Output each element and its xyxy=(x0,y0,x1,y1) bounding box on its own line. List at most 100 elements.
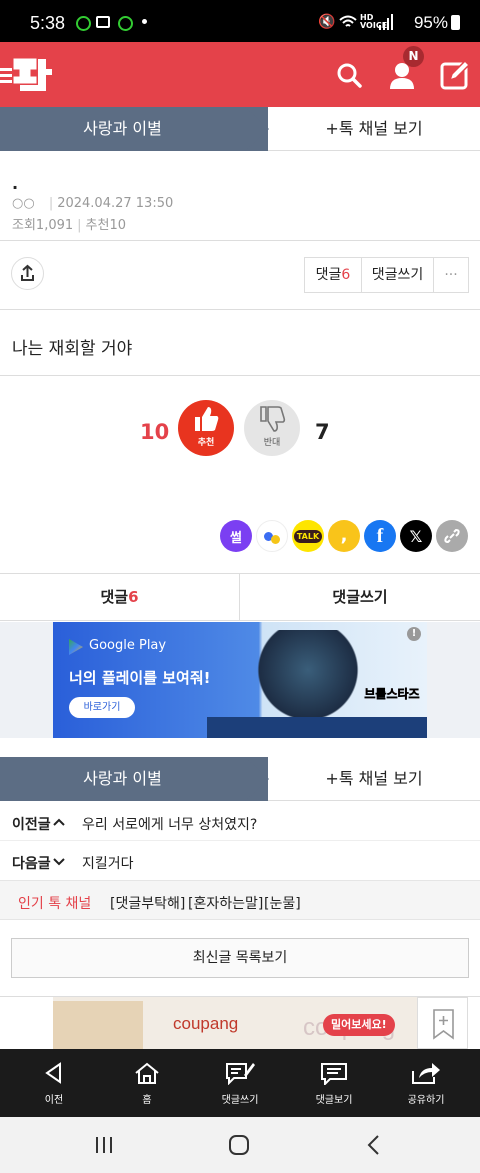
x-share-icon[interactable]: 𝕏 xyxy=(400,520,432,552)
share-arrow-icon xyxy=(412,1063,440,1084)
channel-name-tab[interactable]: 사랑과 이별 xyxy=(0,757,269,801)
tab-write-comment[interactable]: 댓글쓰기 xyxy=(240,574,480,620)
popular-item[interactable]: [댓글부탁해] xyxy=(110,893,185,913)
write-post-icon[interactable] xyxy=(440,60,470,90)
ad-product-image xyxy=(53,1001,143,1049)
tab-comments[interactable]: 댓글6 xyxy=(0,574,240,620)
status-app-icon xyxy=(76,16,91,31)
nav-write-comment[interactable]: 댓글쓰기 xyxy=(192,1049,288,1117)
bottom-nav: 이전 홈 댓글쓰기 댓글보기 공유하기 xyxy=(0,1049,480,1117)
post-author-date: ○○ | 2024.04.27 13:50 xyxy=(12,196,174,211)
status-time: 5:38 xyxy=(30,13,66,33)
nav-label: 홈 xyxy=(142,1095,152,1106)
back-triangle-icon xyxy=(45,1062,61,1084)
post-stats: 조회1,091 | 추천10 xyxy=(12,218,126,233)
ad-info-icon[interactable]: ! xyxy=(407,627,421,641)
pann-logo[interactable] xyxy=(0,55,56,95)
link-copy-icon[interactable] xyxy=(436,520,468,552)
post-recommend: 추천10 xyxy=(85,218,126,233)
recent-apps-icon[interactable] xyxy=(94,1135,114,1155)
signal-icon xyxy=(379,14,393,30)
comment-count-button[interactable]: 댓글6 xyxy=(304,257,362,293)
comment-tabs: 댓글6 댓글쓰기 xyxy=(0,573,480,621)
popular-item[interactable]: [혼자하는말] xyxy=(188,893,263,913)
downvote-button[interactable]: 반대 xyxy=(244,400,300,456)
ad-game-logo: 브롤스타즈 xyxy=(364,687,420,702)
back-chevron-icon[interactable] xyxy=(366,1134,382,1156)
upvote-button[interactable]: 추천 xyxy=(178,400,234,456)
home-button-icon[interactable] xyxy=(228,1134,250,1156)
upvote-count: 10 xyxy=(140,420,170,444)
chevron-down-icon xyxy=(53,858,65,866)
view-talk-channel-link[interactable]: +톡 채널 보기 xyxy=(268,757,480,801)
facebook-share-icon[interactable]: f xyxy=(364,520,396,552)
share-button[interactable] xyxy=(11,257,44,290)
next-label: 다음글 xyxy=(12,856,51,872)
arrow-shape xyxy=(245,107,269,151)
nav-label: 이전 xyxy=(44,1095,64,1106)
gallery-icon xyxy=(96,16,110,28)
nav-label: 댓글보기 xyxy=(315,1095,353,1106)
sseol-share-icon[interactable]: 썰 xyxy=(220,520,252,552)
app-header: N xyxy=(0,42,480,107)
mute-icon: 🔇 xyxy=(318,14,336,30)
home-icon xyxy=(135,1062,159,1084)
kakaostory-share-icon[interactable]: , xyxy=(328,520,360,552)
thumbs-down-icon xyxy=(260,406,286,432)
ad-store-name: Google Play xyxy=(89,638,167,653)
upvote-label: 추천 xyxy=(197,438,215,448)
nav-label: 공유하기 xyxy=(407,1095,445,1106)
dot-icon xyxy=(142,19,147,24)
google-play-ad[interactable]: Google Play 너의 플레이를 보여줘! 바로가기 브롤스타즈 xyxy=(53,622,427,738)
next-post-row[interactable]: 다음글 지킬거다 xyxy=(0,841,480,880)
latest-list-button[interactable]: 최신글 목록보기 xyxy=(11,938,469,978)
next-title: 지킬거다 xyxy=(82,856,134,872)
notification-badge: N xyxy=(403,46,424,67)
nav-back[interactable]: 이전 xyxy=(6,1049,102,1117)
battery-icon xyxy=(451,15,460,30)
status-app-icon xyxy=(118,16,133,31)
tab-comments-count: 6 xyxy=(128,588,139,606)
nav-share[interactable]: 공유하기 xyxy=(378,1049,474,1117)
post-body: 나는 재회할 거야 xyxy=(12,339,133,359)
more-options-button[interactable]: ··· xyxy=(433,257,469,293)
popular-item[interactable]: [눈물] xyxy=(264,893,301,913)
write-comment-icon xyxy=(226,1063,255,1085)
downvote-count: 7 xyxy=(315,420,330,444)
comment-count: 6 xyxy=(341,267,351,283)
arrow-shape xyxy=(245,757,269,801)
post-views: 조회1,091 xyxy=(12,218,74,233)
popular-label: 인기 톡 채널 xyxy=(18,896,92,912)
write-comment-button[interactable]: 댓글쓰기 xyxy=(361,257,434,293)
search-icon[interactable] xyxy=(336,62,362,88)
bookmark-button[interactable] xyxy=(417,997,468,1049)
channel-bar-bottom: 사랑과 이별 +톡 채널 보기 xyxy=(0,757,480,801)
battery-level: 95% xyxy=(413,13,448,32)
bookmark-add-icon xyxy=(433,1009,454,1040)
kakaotalk-share-icon[interactable]: TALK xyxy=(292,520,324,552)
coupang-logo: coupang xyxy=(173,1014,239,1033)
popular-channels-row: 인기 톡 채널 [댓글부탁해] [혼자하는말] [눈물] xyxy=(0,880,480,920)
prev-title: 우리 서로에게 너무 상처였지? xyxy=(82,817,258,833)
prev-post-row[interactable]: 이전글 우리 서로에게 너무 상처였지? xyxy=(0,802,480,841)
nav-view-comments[interactable]: 댓글보기 xyxy=(286,1049,382,1117)
wifi-icon xyxy=(339,15,357,27)
comments-icon xyxy=(321,1063,347,1085)
channel-bar: 사랑과 이별 +톡 채널 보기 xyxy=(0,107,480,151)
share-icons-row: 썰 TALK , f 𝕏 xyxy=(220,520,468,552)
ad-cta-button[interactable]: 바로가기 xyxy=(69,697,135,718)
post-author: ○○ xyxy=(12,196,35,211)
ad-swipe-badge: 밀어보세요! xyxy=(323,1014,395,1036)
channel-name: 사랑과 이별 xyxy=(83,769,162,788)
downvote-label: 반대 xyxy=(263,438,281,448)
tab-comments-label: 댓글 xyxy=(100,588,129,606)
view-talk-channel-link[interactable]: +톡 채널 보기 xyxy=(268,107,480,151)
thumbs-up-icon xyxy=(195,407,219,431)
post-date: 2024.04.27 13:50 xyxy=(57,196,174,211)
band-share-icon[interactable] xyxy=(256,520,288,552)
channel-name: 사랑과 이별 xyxy=(83,119,162,138)
ad-game-character xyxy=(253,630,363,730)
nav-home[interactable]: 홈 xyxy=(99,1049,195,1117)
channel-name-tab[interactable]: 사랑과 이별 xyxy=(0,107,269,151)
share-upload-icon xyxy=(21,264,34,281)
